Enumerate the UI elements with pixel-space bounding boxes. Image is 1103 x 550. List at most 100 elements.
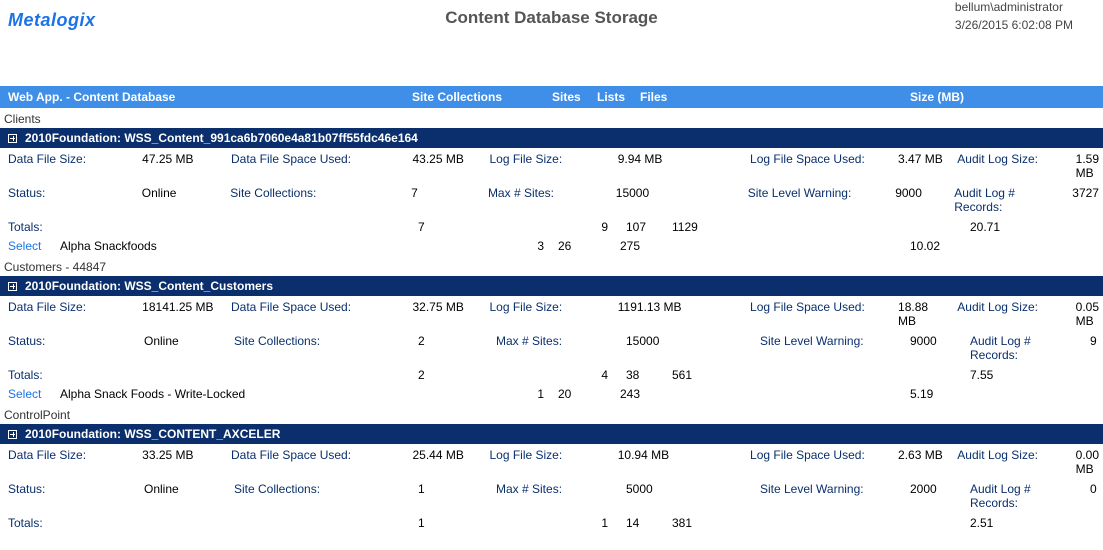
metrics-row-2: Status: Online Site Collections: 7 Max #…: [0, 182, 1103, 216]
val-totals-sitecoll: 7: [414, 220, 492, 234]
col-files: Files: [640, 86, 910, 108]
val-site-collections: 7: [407, 186, 484, 214]
metrics-row-1: Data File Size: 18141.25 MB Data File Sp…: [0, 296, 1103, 330]
column-header-row: Web App. - Content Database Site Collect…: [0, 86, 1103, 108]
lbl-audit-log-size: Audit Log Size:: [953, 152, 1071, 180]
val-totals-size: 20.71: [966, 220, 1086, 234]
val-totals-sites: 1: [492, 516, 622, 530]
lbl-audit-log-size: Audit Log Size:: [953, 300, 1071, 328]
val-audit-log-size: 1.59 MB: [1072, 152, 1103, 180]
metrics-row-1: Data File Size: 47.25 MB Data File Space…: [0, 148, 1103, 182]
val-data-file-space-used: 43.25 MB: [408, 152, 485, 180]
col-sitecoll: Site Collections: [412, 86, 552, 108]
val-totals-lists: 107: [622, 220, 668, 234]
val-max-sites: 15000: [612, 186, 704, 214]
select-link[interactable]: Select: [0, 387, 60, 401]
val-data-file-size: 47.25 MB: [138, 152, 227, 180]
val-log-file-size: 10.94 MB: [614, 448, 707, 476]
group: ControlPoint 2010Foundation: WSS_CONTENT…: [0, 404, 1103, 532]
database-header[interactable]: 2010Foundation: WSS_CONTENT_AXCELER: [0, 424, 1103, 444]
val-data-file-size: 33.25 MB: [138, 448, 227, 476]
lbl-site-level-warning: Site Level Warning:: [756, 482, 906, 510]
lbl-log-file-size: Log File Size:: [485, 300, 613, 328]
val-audit-log-records: 0: [1086, 482, 1103, 510]
totals-row: Totals: 7 9 107 1129 20.71: [0, 216, 1103, 236]
val-log-file-space-used: 18.88 MB: [894, 300, 953, 328]
val-max-sites: 5000: [622, 482, 716, 510]
val-status: Online: [140, 334, 230, 362]
val-log-file-size: 9.94 MB: [614, 152, 707, 180]
group: Clients 2010Foundation: WSS_Content_991c…: [0, 108, 1103, 256]
report-header: Metalogix Content Database Storage bellu…: [0, 0, 1103, 50]
val-audit-log-records: 9: [1086, 334, 1103, 362]
expand-icon[interactable]: [8, 282, 17, 291]
val-max-sites: 15000: [622, 334, 716, 362]
metrics-row-2: Status: Online Site Collections: 2 Max #…: [0, 330, 1103, 364]
lbl-totals: Totals:: [0, 220, 140, 234]
detail-sites: 3: [412, 239, 558, 253]
detail-lists: 26: [558, 239, 620, 253]
val-totals-sitecoll: 1: [414, 516, 492, 530]
lbl-audit-log-records: Audit Log # Records:: [966, 334, 1086, 362]
col-sites: Sites: [552, 86, 597, 108]
lbl-data-file-space-used: Data File Space Used:: [227, 300, 408, 328]
lbl-data-file-space-used: Data File Space Used:: [227, 448, 408, 476]
lbl-data-file-size: Data File Size:: [0, 300, 138, 328]
detail-name: Alpha Snackfoods: [60, 239, 412, 253]
val-data-file-space-used: 25.44 MB: [408, 448, 485, 476]
val-totals-lists: 14: [622, 516, 668, 530]
val-site-collections: 2: [414, 334, 492, 362]
lbl-data-file-size: Data File Size:: [0, 448, 138, 476]
val-site-level-warning: 2000: [906, 482, 966, 510]
lbl-totals: Totals:: [0, 516, 140, 530]
database-header[interactable]: 2010Foundation: WSS_Content_991ca6b7060e…: [0, 128, 1103, 148]
val-audit-log-records: 3727: [1068, 186, 1103, 214]
val-totals-size: 2.51: [966, 516, 1086, 530]
expand-icon[interactable]: [8, 134, 17, 143]
val-site-collections: 1: [414, 482, 492, 510]
val-totals-size: 7.55: [966, 368, 1086, 382]
group: Customers - 44847 2010Foundation: WSS_Co…: [0, 256, 1103, 404]
val-totals-files: 1129: [668, 220, 756, 234]
detail-files: 275: [620, 239, 910, 253]
lbl-site-level-warning: Site Level Warning:: [744, 186, 891, 214]
group-name: Customers - 44847: [0, 256, 1103, 276]
expand-icon[interactable]: [8, 430, 17, 439]
totals-row: Totals: 1 1 14 381 2.51: [0, 512, 1103, 532]
col-webapp: Web App. - Content Database: [0, 86, 412, 108]
lbl-site-level-warning: Site Level Warning:: [756, 334, 906, 362]
lbl-audit-log-size: Audit Log Size:: [953, 448, 1071, 476]
lbl-max-sites: Max # Sites:: [484, 186, 612, 214]
lbl-audit-log-records: Audit Log # Records:: [950, 186, 1068, 214]
val-status: Online: [140, 482, 230, 510]
user-name: bellum\administrator: [955, 0, 1073, 14]
val-log-file-space-used: 3.47 MB: [894, 152, 953, 180]
detail-files: 243: [620, 387, 910, 401]
lbl-site-collections: Site Collections:: [226, 186, 407, 214]
database-title: 2010Foundation: WSS_Content_991ca6b7060e…: [25, 131, 418, 145]
val-totals-files: 561: [668, 368, 756, 382]
lbl-site-collections: Site Collections:: [230, 482, 414, 510]
val-totals-lists: 38: [622, 368, 668, 382]
metrics-row-1: Data File Size: 33.25 MB Data File Space…: [0, 444, 1103, 478]
val-data-file-size: 18141.25 MB: [138, 300, 227, 328]
lbl-totals: Totals:: [0, 368, 140, 382]
val-totals-sites: 9: [492, 220, 622, 234]
val-site-level-warning: 9000: [891, 186, 950, 214]
col-size: Size (MB): [910, 86, 1103, 108]
database-title: 2010Foundation: WSS_Content_Customers: [25, 279, 273, 293]
database-header[interactable]: 2010Foundation: WSS_Content_Customers: [0, 276, 1103, 296]
group-name: ControlPoint: [0, 404, 1103, 424]
lbl-log-file-space-used: Log File Space Used:: [746, 300, 894, 328]
select-link[interactable]: Select: [0, 239, 60, 253]
val-log-file-size: 1191.13 MB: [614, 300, 707, 328]
metrics-row-2: Status: Online Site Collections: 1 Max #…: [0, 478, 1103, 512]
detail-name: Alpha Snack Foods - Write-Locked: [60, 387, 412, 401]
lbl-status: Status:: [0, 334, 140, 362]
val-data-file-space-used: 32.75 MB: [408, 300, 485, 328]
lbl-audit-log-records: Audit Log # Records:: [966, 482, 1086, 510]
detail-row: Select Alpha Snack Foods - Write-Locked …: [0, 384, 1103, 404]
val-status: Online: [138, 186, 227, 214]
user-info: bellum\administrator 3/26/2015 6:02:08 P…: [955, 0, 1073, 36]
lbl-log-file-size: Log File Size:: [485, 448, 613, 476]
